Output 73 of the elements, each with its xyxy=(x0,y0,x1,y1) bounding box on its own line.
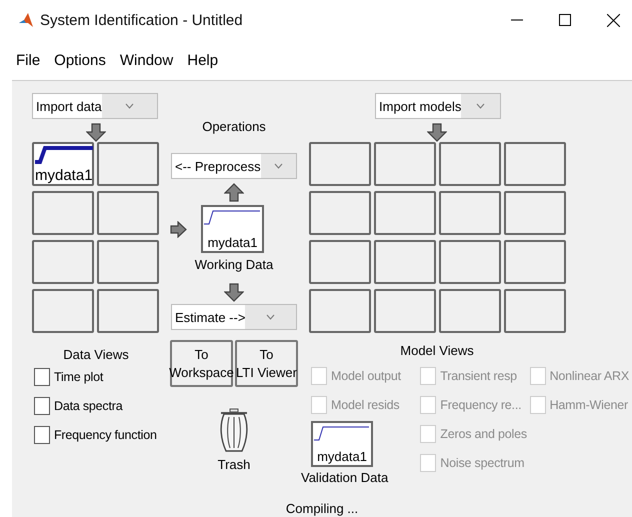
empty-slot[interactable] xyxy=(32,289,94,333)
empty-slot[interactable] xyxy=(32,191,94,235)
working-data-slot[interactable]: mydata1 xyxy=(201,205,264,253)
trash-label: Trash xyxy=(218,457,250,472)
checkbox-label: Zeros and poles xyxy=(440,426,527,440)
checkbox-label: Nonlinear ARX xyxy=(550,368,629,382)
checkbox-label: Time plot xyxy=(54,370,104,384)
checkbox-label: Hamm-Wiener xyxy=(550,398,628,412)
chevron-down-icon xyxy=(124,103,134,109)
close-icon[interactable] xyxy=(607,14,620,26)
empty-slot[interactable] xyxy=(439,240,501,284)
down-arrow-icon xyxy=(427,123,447,142)
maximize-icon[interactable] xyxy=(559,14,571,26)
empty-slot[interactable] xyxy=(309,289,371,333)
empty-slot[interactable] xyxy=(374,191,436,235)
empty-slot[interactable] xyxy=(504,289,566,333)
dropdown[interactable]: <-- Preprocess xyxy=(171,153,297,179)
empty-slot[interactable] xyxy=(504,191,566,235)
checkbox[interactable] xyxy=(34,426,50,444)
empty-slot[interactable] xyxy=(309,142,371,186)
slot-caption: Working Data xyxy=(194,257,274,272)
minimize-icon[interactable] xyxy=(511,19,523,21)
down-arrow-icon xyxy=(224,283,244,302)
chevron-down-icon xyxy=(266,314,276,320)
right-arrow-icon xyxy=(170,220,187,238)
dropdown[interactable]: Import data xyxy=(32,93,158,119)
empty-slot[interactable] xyxy=(504,240,566,284)
down-arrow-icon xyxy=(86,123,106,142)
empty-slot[interactable] xyxy=(439,142,501,186)
empty-slot[interactable] xyxy=(504,142,566,186)
empty-slot[interactable] xyxy=(439,191,501,235)
dropdown[interactable]: Import models xyxy=(375,93,501,119)
empty-slot[interactable] xyxy=(309,240,371,284)
checkbox[interactable] xyxy=(34,396,50,414)
app-logo-icon xyxy=(18,12,34,28)
empty-slot[interactable] xyxy=(97,240,159,284)
dropdown[interactable]: Estimate --> xyxy=(171,304,297,330)
empty-slot[interactable] xyxy=(439,289,501,333)
empty-slot[interactable] xyxy=(374,142,436,186)
validation-data-slot[interactable]: mydata1 xyxy=(311,421,373,467)
menu-item[interactable]: File xyxy=(10,52,46,68)
window-title: System Identification - Untitled xyxy=(40,12,244,28)
empty-slot[interactable] xyxy=(374,289,436,333)
section-title: Operations xyxy=(202,119,266,136)
menu-item[interactable]: Options xyxy=(48,52,112,68)
checkbox-label: Transient resp xyxy=(440,368,517,382)
checkbox-label: Frequency re... xyxy=(440,398,522,412)
chevron-down-icon xyxy=(274,163,283,169)
action-button[interactable]: To LTI Viewer xyxy=(235,340,298,387)
empty-slot[interactable] xyxy=(97,142,159,186)
status-text: Compiling ... xyxy=(284,501,360,517)
checkbox-label: Frequency function xyxy=(54,428,157,442)
chevron-down-icon xyxy=(476,103,486,109)
signal-plot-icon xyxy=(34,144,94,166)
section-title: Data Views xyxy=(62,347,130,362)
checkbox-label: Noise spectrum xyxy=(440,456,524,470)
checkbox[interactable] xyxy=(34,368,50,386)
empty-slot[interactable] xyxy=(309,191,371,235)
empty-slot[interactable] xyxy=(32,240,94,284)
data-slot[interactable]: mydata1 xyxy=(32,142,94,186)
empty-slot[interactable] xyxy=(374,240,436,284)
menu-item[interactable]: Window xyxy=(114,52,180,68)
action-button[interactable]: To Workspace xyxy=(170,340,233,387)
trash-icon[interactable] xyxy=(220,407,248,453)
checkbox-label: Data spectra xyxy=(54,398,122,412)
up-arrow-icon xyxy=(224,182,244,202)
menu-item[interactable]: Help xyxy=(181,52,224,68)
empty-slot[interactable] xyxy=(97,191,159,235)
checkbox-label: Model output xyxy=(331,368,401,382)
checkbox-label: Model resids xyxy=(331,398,400,412)
slot-caption: Validation Data xyxy=(301,470,390,485)
empty-slot[interactable] xyxy=(97,289,159,333)
section-title: Model Views xyxy=(399,343,475,360)
